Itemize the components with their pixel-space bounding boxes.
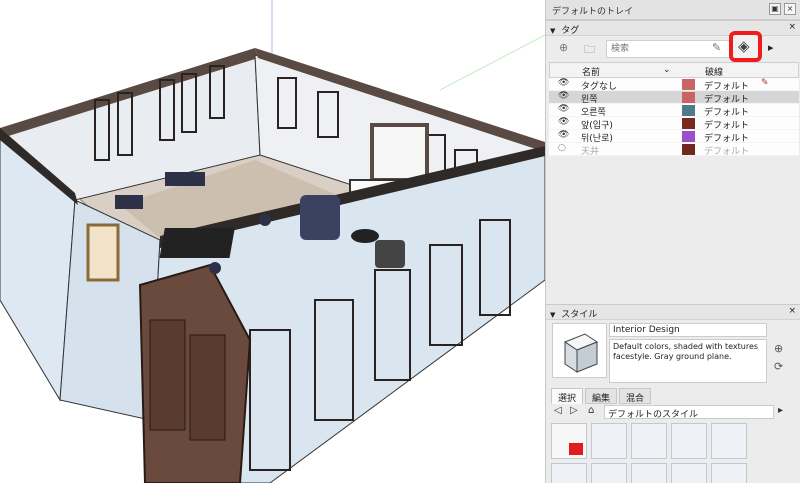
- sketchup-window: デフォルトのトレイ ▣ × ▼ タグ × ⊕ 🗀 ✎ ◈ ▸ 名前 ⌄ 破線 👁…: [0, 0, 800, 483]
- tag-table: 名前 ⌄ 破線 👁 タグなし デフォルト ✎ 👁 왼쪽 デフォルト 👁 오른쪽 デフォルト 👁 앞(입…: [549, 62, 799, 157]
- pin-icon[interactable]: ▣: [769, 3, 781, 15]
- tag-tool-button[interactable]: ◈: [729, 31, 762, 62]
- style-thumbnail[interactable]: [631, 423, 667, 459]
- style-thumbnail[interactable]: [671, 423, 707, 459]
- tag-color-swatch[interactable]: [682, 131, 695, 142]
- tags-panel-header[interactable]: ▼ タグ ×: [546, 20, 800, 36]
- details-arrow-icon[interactable]: ▸: [778, 405, 783, 416]
- details-arrow-icon[interactable]: ▸: [768, 41, 774, 54]
- style-thumbnail[interactable]: [711, 423, 747, 459]
- tags-panel-title: タグ: [561, 26, 580, 36]
- eye-icon[interactable]: 👁: [558, 117, 569, 127]
- close-icon[interactable]: ×: [788, 22, 796, 32]
- style-tabs: 選択 編集 混合: [546, 388, 800, 404]
- eye-icon[interactable]: 👁: [558, 91, 569, 101]
- sort-chevron-icon[interactable]: ⌄: [663, 65, 671, 75]
- back-arrow-icon[interactable]: ◁: [554, 405, 562, 416]
- styles-panel-title: スタイル: [561, 310, 598, 320]
- create-style-icon[interactable]: ⊕: [774, 342, 783, 355]
- tag-color-swatch[interactable]: [682, 105, 695, 116]
- tag-tool-icon: ◈: [738, 37, 750, 55]
- tag-name[interactable]: 天井: [581, 144, 599, 157]
- tag-row[interactable]: 👁 오른쪽 デフォルト: [549, 104, 799, 118]
- close-icon[interactable]: ×: [784, 3, 796, 15]
- style-collection-nav: ◁ ▷ ⌂ デフォルトのスタイル ▸: [546, 404, 800, 420]
- style-collection-value: デフォルトのスタイル: [608, 410, 699, 420]
- style-thumbnails: [551, 423, 751, 483]
- style-name-field[interactable]: Interior Design: [609, 323, 767, 337]
- tag-color-swatch[interactable]: [682, 144, 695, 155]
- tag-row[interactable]: 👁 왼쪽 デフォルト: [549, 91, 799, 105]
- tab-edit[interactable]: 編集: [585, 388, 618, 404]
- style-thumbnail[interactable]: [591, 463, 627, 483]
- tray-title: デフォルトのトレイ ▣ ×: [546, 0, 800, 20]
- column-name-header[interactable]: 名前: [582, 65, 600, 78]
- style-collection-dropdown[interactable]: デフォルトのスタイル: [604, 405, 774, 420]
- room-model-drawing: [0, 0, 545, 483]
- eyedropper-icon[interactable]: ✎: [712, 41, 721, 54]
- default-tray: デフォルトのトレイ ▣ × ▼ タグ × ⊕ 🗀 ✎ ◈ ▸ 名前 ⌄ 破線 👁…: [545, 0, 800, 483]
- tag-color-swatch[interactable]: [682, 92, 695, 103]
- update-style-icon[interactable]: ⟳: [774, 360, 783, 373]
- style-body: Interior Design Default colors, shaded w…: [546, 320, 800, 384]
- tag-rows: 👁 タグなし デフォルト ✎ 👁 왼쪽 デフォルト 👁 오른쪽 デフォルト 👁 앞(입구) デフォルト 👁…: [549, 78, 799, 157]
- eye-icon[interactable]: 👁: [558, 78, 569, 88]
- tag-table-header: 名前 ⌄ 破線: [549, 62, 799, 78]
- tag-color-swatch[interactable]: [682, 79, 695, 90]
- active-pencil-icon: ✎: [761, 78, 769, 88]
- tag-color-swatch[interactable]: [682, 118, 695, 129]
- eye-icon[interactable]: 👁: [558, 130, 569, 140]
- eye-hidden-icon[interactable]: ◌: [558, 143, 566, 153]
- tag-row[interactable]: 👁 タグなし デフォルト ✎: [549, 78, 799, 92]
- style-thumbnail-color-icon: [569, 443, 583, 455]
- style-thumbnail[interactable]: [671, 463, 707, 483]
- style-preview-thumbnail: [552, 323, 607, 378]
- collapse-triangle-icon: ▼: [550, 311, 556, 319]
- style-thumbnail[interactable]: [591, 423, 627, 459]
- close-icon[interactable]: ×: [788, 306, 796, 316]
- add-tag-icon[interactable]: ⊕: [559, 41, 568, 54]
- style-description-field[interactable]: Default colors, shaded with textures fac…: [609, 339, 767, 383]
- collapse-triangle-icon: ▼: [550, 27, 556, 35]
- tag-dash-value[interactable]: デフォルト: [704, 144, 749, 157]
- tab-mix[interactable]: 混合: [619, 388, 652, 404]
- style-thumbnail[interactable]: [631, 463, 667, 483]
- add-folder-icon[interactable]: 🗀: [584, 41, 595, 60]
- 3d-viewport[interactable]: [0, 0, 545, 483]
- tag-row[interactable]: 👁 뒤(난로) デフォルト: [549, 130, 799, 144]
- tray-title-label: デフォルトのトレイ: [552, 7, 634, 17]
- tag-row[interactable]: ◌ 天井 デフォルト: [549, 143, 799, 157]
- style-cube-icon: [563, 333, 599, 373]
- tab-select[interactable]: 選択: [551, 388, 584, 404]
- style-thumbnail[interactable]: [551, 463, 587, 483]
- style-thumbnail[interactable]: [551, 423, 587, 459]
- eye-icon[interactable]: 👁: [558, 104, 569, 114]
- home-icon[interactable]: ⌂: [588, 405, 594, 416]
- style-thumbnail[interactable]: [711, 463, 747, 483]
- styles-panel-header[interactable]: ▼ スタイル ×: [546, 304, 800, 320]
- column-dash-header[interactable]: 破線: [705, 65, 723, 78]
- tag-row[interactable]: 👁 앞(입구) デフォルト: [549, 117, 799, 131]
- forward-arrow-icon[interactable]: ▷: [570, 405, 578, 416]
- tags-search-input[interactable]: [606, 40, 749, 58]
